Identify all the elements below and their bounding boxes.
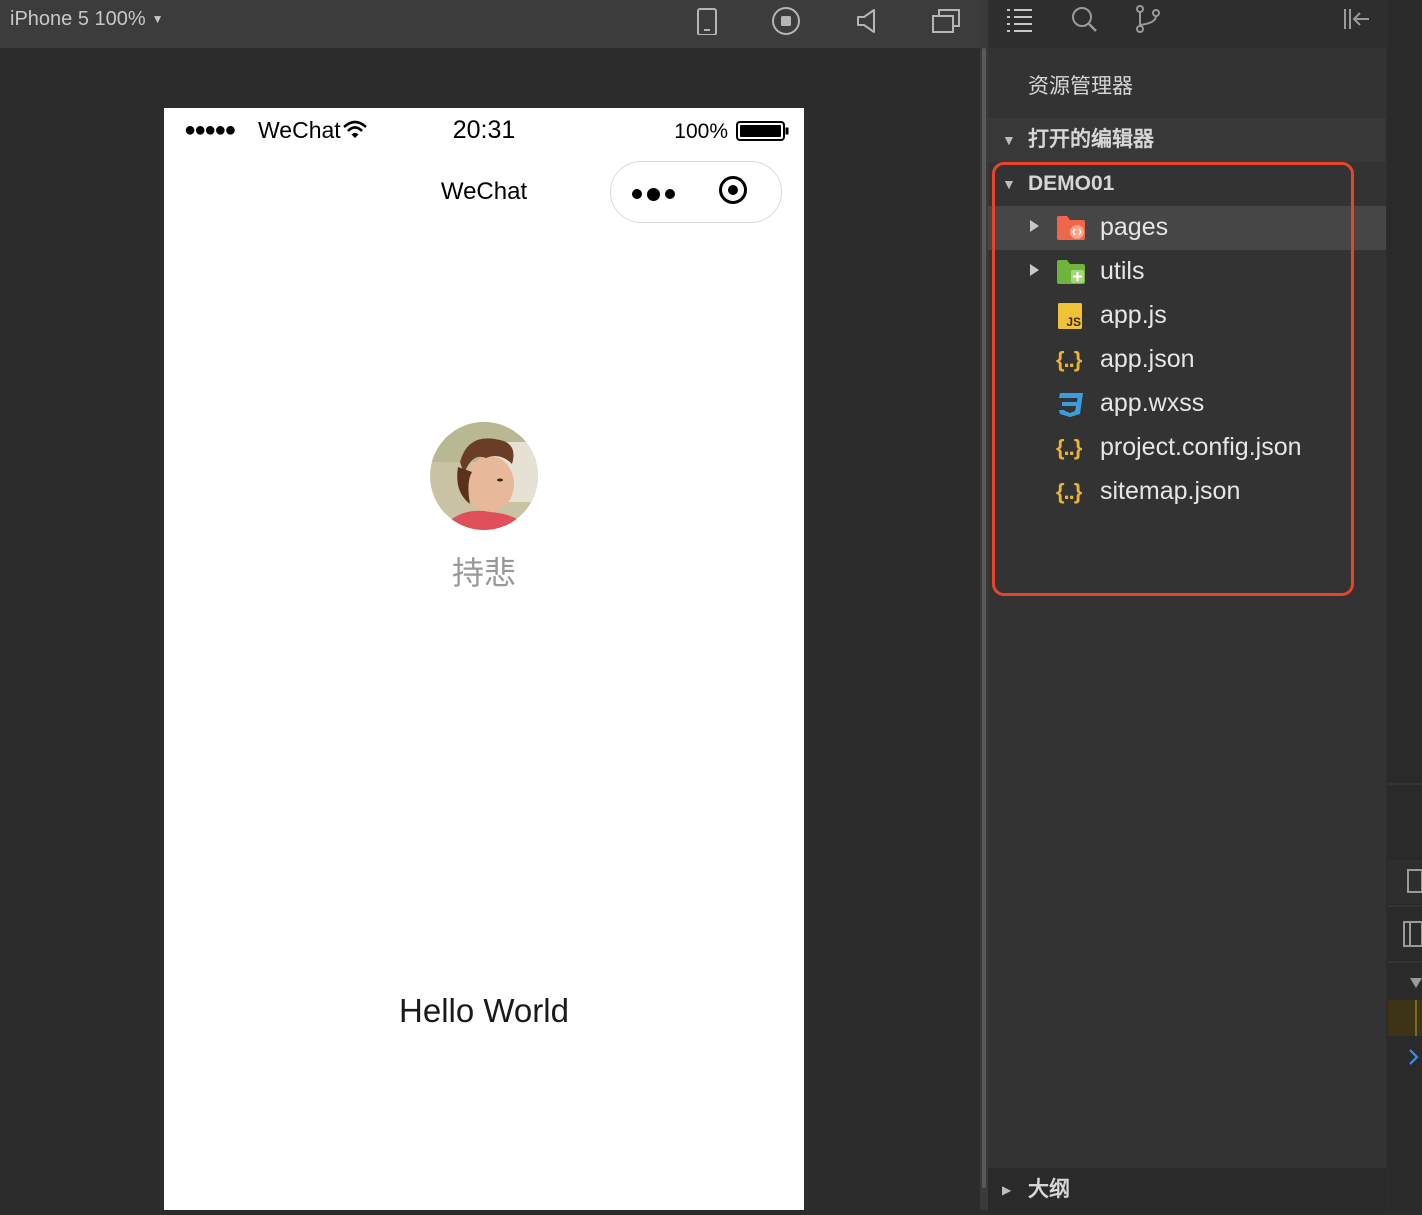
more-dots-icon — [632, 189, 642, 199]
battery-percent: 100% — [674, 120, 728, 143]
close-miniprogram-button[interactable] — [697, 162, 783, 222]
avatar — [430, 422, 538, 530]
open-editors-label: 打开的编辑器 — [1028, 128, 1154, 151]
status-bar: ●●●●● WeChat 20:31 100% — [164, 108, 804, 152]
nickname: 持悲 — [451, 555, 516, 591]
capsule-menu — [610, 161, 782, 223]
splitter-scrollbar[interactable] — [982, 48, 986, 1188]
hello-text: Hello World — [399, 992, 569, 1029]
battery-icon — [736, 121, 790, 146]
device-selector[interactable]: iPhone 5 100% ▼ — [10, 6, 164, 32]
open-editors-section[interactable]: ▼ 打开的编辑器 — [988, 118, 1386, 162]
speaker-icon[interactable] — [852, 7, 882, 35]
collapse-panel-icon[interactable] — [1342, 5, 1372, 33]
highlight-annotation — [992, 162, 1354, 596]
more-dot-center — [647, 187, 660, 201]
more-dot-right — [665, 189, 675, 199]
phone-icon[interactable] — [692, 7, 722, 36]
outline-section[interactable]: ▶ 大纲 — [988, 1168, 1386, 1212]
explorer-toolbar — [988, 0, 1388, 48]
outline-label: 大纲 — [1028, 1178, 1070, 1201]
caret-down-icon: ▼ — [151, 12, 164, 26]
navigation-bar: WeChat — [164, 152, 804, 238]
chevron-down-icon: ▼ — [1002, 132, 1016, 148]
device-label: iPhone 5 100% — [10, 8, 146, 30]
target-icon-center — [728, 185, 738, 195]
simulator-toolbar: iPhone 5 100% ▼ — [0, 0, 986, 48]
chevron-right-icon: ▶ — [1002, 1183, 1012, 1197]
list-icon[interactable] — [1006, 5, 1036, 33]
more-menu-button[interactable] — [611, 162, 697, 222]
stop-icon[interactable] — [771, 7, 801, 35]
window-icon[interactable] — [930, 7, 960, 35]
source-control-icon[interactable] — [1134, 5, 1164, 33]
search-icon[interactable] — [1070, 5, 1100, 33]
right-edge-panel — [1388, 0, 1422, 1210]
panel-splitter[interactable] — [980, 0, 988, 1210]
explorer-title: 资源管理器 — [1028, 75, 1133, 98]
phone-screen: ●●●●● WeChat 20:31 100% WeChat 持悲 Hello … — [164, 108, 804, 1210]
